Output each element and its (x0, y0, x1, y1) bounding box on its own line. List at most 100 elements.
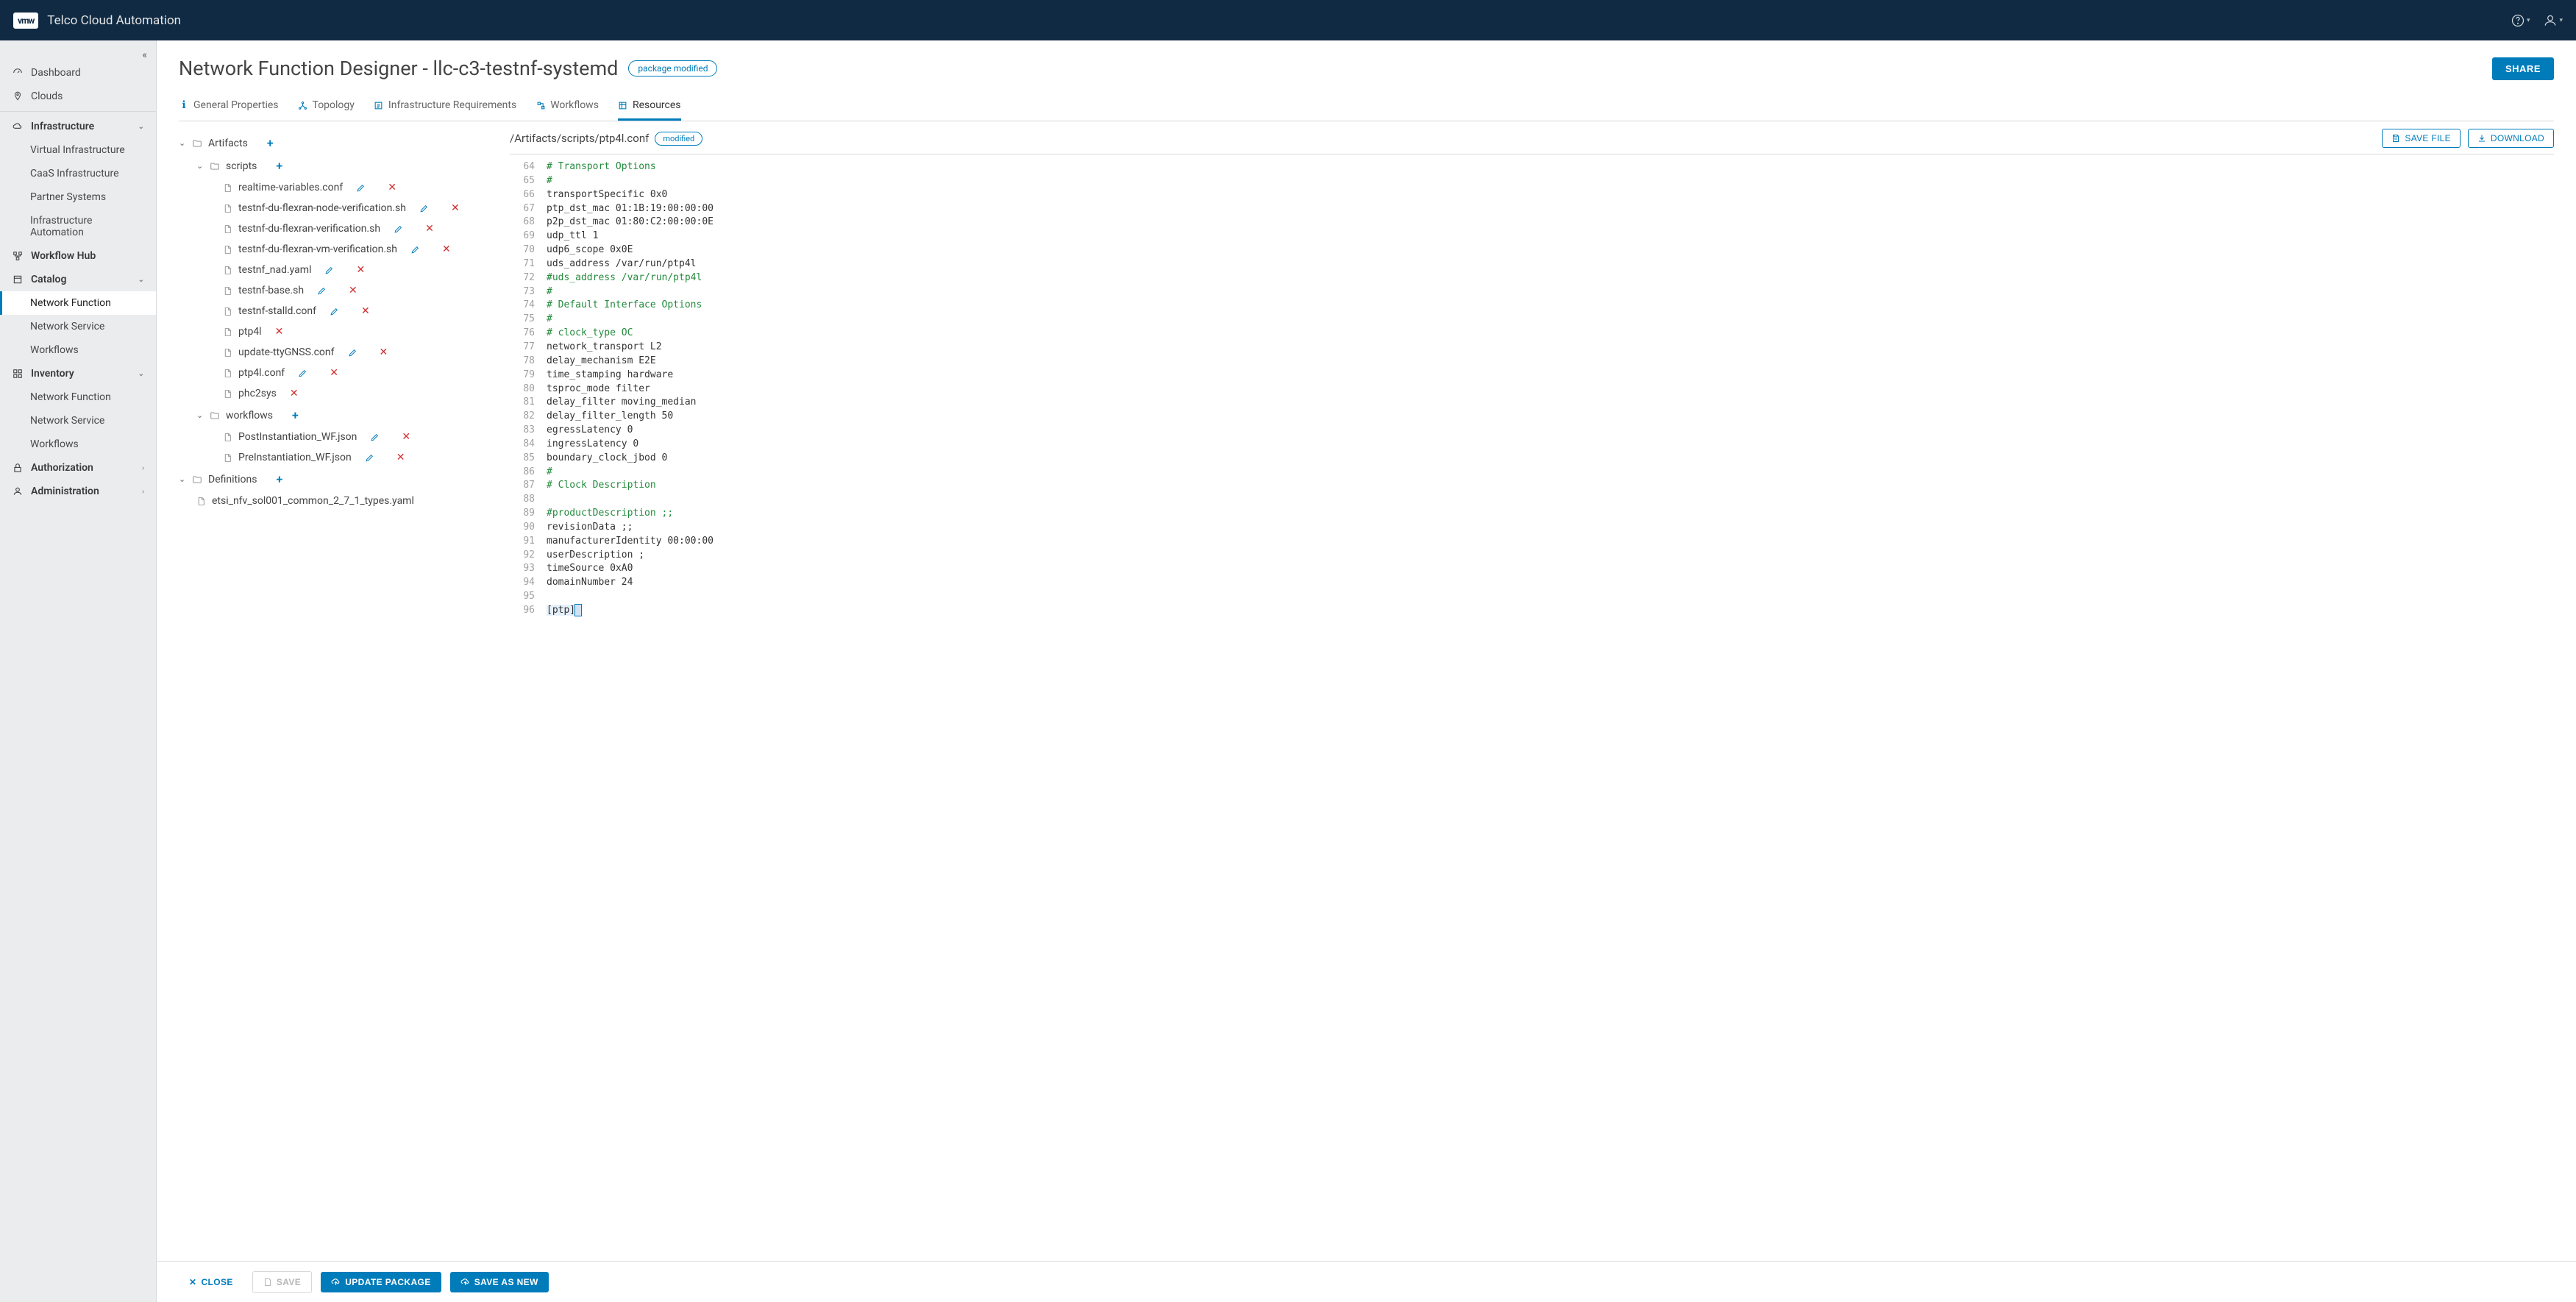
nav-inv-nf[interactable]: Network Function (0, 385, 156, 409)
file-item[interactable]: etsi_nfv_sol001_common_2_7_1_types.yaml (212, 495, 414, 507)
nav-clouds[interactable]: Clouds (0, 85, 156, 108)
nav-inventory[interactable]: Inventory ⌄ (0, 362, 156, 385)
tab-workflows[interactable]: Workflows (536, 92, 599, 121)
chevron-down-icon[interactable]: ⌄ (179, 474, 186, 484)
file-tree: ⌄ Artifacts + ⌄ scripts + realtime-variables.c… (179, 121, 510, 1261)
pencil-icon[interactable] (394, 223, 403, 235)
delete-icon[interactable]: ✕ (361, 305, 370, 317)
nav-partner-systems[interactable]: Partner Systems (0, 185, 156, 209)
app-title: Telco Cloud Automation (47, 13, 181, 28)
delete-icon[interactable]: ✕ (425, 223, 434, 235)
add-icon[interactable]: + (273, 159, 285, 173)
code-editor[interactable]: 64# Transport Options65#66transportSpeci… (510, 154, 2554, 1261)
pencil-icon[interactable] (365, 452, 374, 463)
file-item[interactable]: realtime-variables.conf (238, 182, 343, 193)
file-item[interactable]: PostInstantiation_WF.json (238, 431, 357, 443)
pencil-icon[interactable] (330, 305, 339, 317)
folder-artifacts[interactable]: Artifacts (208, 138, 248, 149)
delete-icon[interactable]: ✕ (275, 326, 284, 338)
user-icon[interactable]: ▾ (2543, 13, 2563, 28)
pencil-icon[interactable] (410, 243, 420, 255)
nav-label: Infrastructure (31, 121, 94, 132)
sidebar-collapse-icon[interactable]: « (138, 45, 152, 65)
update-package-button[interactable]: UPDATE PACKAGE (321, 1272, 441, 1292)
close-button[interactable]: ✕ CLOSE (179, 1272, 243, 1292)
delete-icon[interactable]: ✕ (349, 285, 357, 296)
nav-dashboard[interactable]: Dashboard (0, 61, 156, 85)
nav-administration[interactable]: Administration › (0, 480, 156, 503)
add-icon[interactable]: + (273, 472, 285, 486)
pencil-icon[interactable] (324, 264, 334, 276)
pencil-icon[interactable] (370, 431, 380, 443)
cloud-upload-icon (331, 1277, 341, 1287)
save-as-new-button[interactable]: SAVE AS NEW (450, 1272, 549, 1292)
nav-inv-ns[interactable]: Network Service (0, 409, 156, 433)
file-item[interactable]: testnf-du-flexran-verification.sh (238, 223, 380, 235)
chevron-down-icon[interactable]: ⌄ (179, 138, 186, 148)
file-icon (223, 389, 232, 399)
tab-resources[interactable]: Resources (618, 92, 681, 121)
nav-infrastructure[interactable]: Infrastructure ⌄ (0, 115, 156, 138)
save-file-button[interactable]: SAVE FILE (2382, 129, 2461, 148)
save-icon (263, 1278, 272, 1287)
nav-authorization[interactable]: Authorization › (0, 456, 156, 480)
share-button[interactable]: SHARE (2492, 57, 2554, 80)
delete-icon[interactable]: ✕ (290, 388, 299, 399)
tab-infra-requirements[interactable]: Infrastructure Requirements (374, 92, 516, 121)
nav-label: Workflow Hub (31, 250, 96, 262)
file-item[interactable]: ptp4l.conf (238, 367, 285, 379)
folder-definitions[interactable]: Definitions (208, 474, 257, 485)
help-icon[interactable]: ▾ (2511, 13, 2530, 28)
delete-icon[interactable]: ✕ (442, 243, 451, 255)
delete-icon[interactable]: ✕ (402, 431, 410, 443)
nav-catalog-nf[interactable]: Network Function (0, 291, 156, 315)
file-item[interactable]: testnf-base.sh (238, 285, 304, 296)
file-item[interactable]: update-ttyGNSS.conf (238, 346, 335, 358)
delete-icon[interactable]: ✕ (388, 182, 396, 193)
pencil-icon[interactable] (419, 202, 429, 214)
nav-catalog[interactable]: Catalog ⌄ (0, 268, 156, 291)
save-icon (2391, 134, 2400, 143)
delete-icon[interactable]: ✕ (356, 264, 365, 276)
file-item[interactable]: phc2sys (238, 388, 277, 399)
file-item[interactable]: testnf-du-flexran-vm-verification.sh (238, 243, 397, 255)
nav-label: Administration (31, 485, 99, 497)
nav-inv-wf[interactable]: Workflows (0, 433, 156, 456)
tab-topology[interactable]: Topology (298, 92, 355, 121)
pencil-icon[interactable] (317, 285, 327, 296)
nav-catalog-ns[interactable]: Network Service (0, 315, 156, 338)
close-icon: ✕ (189, 1277, 196, 1287)
add-icon[interactable]: + (289, 408, 302, 422)
file-item[interactable]: testnf_nad.yaml (238, 264, 311, 276)
download-button[interactable]: DOWNLOAD (2468, 129, 2554, 148)
topbar: vmw Telco Cloud Automation ▾ ▾ (0, 0, 2576, 40)
file-item[interactable]: PreInstantiation_WF.json (238, 452, 352, 463)
nav-infra-automation[interactable]: Infrastructure Automation (0, 209, 156, 244)
nav-virtual-infra[interactable]: Virtual Infrastructure (0, 138, 156, 162)
delete-icon[interactable]: ✕ (380, 346, 388, 358)
folder-scripts[interactable]: scripts (226, 160, 257, 172)
file-item[interactable]: testnf-du-flexran-node-verification.sh (238, 202, 406, 214)
file-item[interactable]: ptp4l (238, 326, 262, 338)
delete-icon[interactable]: ✕ (330, 367, 338, 379)
chevron-right-icon: › (142, 464, 144, 472)
file-item[interactable]: testnf-stalld.conf (238, 305, 316, 317)
pencil-icon[interactable] (348, 346, 357, 358)
nav-catalog-wf[interactable]: Workflows (0, 338, 156, 362)
info-icon: ℹ (179, 100, 189, 110)
delete-icon[interactable]: ✕ (396, 452, 405, 463)
delete-icon[interactable]: ✕ (451, 202, 460, 214)
folder-workflows[interactable]: workflows (226, 410, 273, 421)
nav-workflow-hub[interactable]: Workflow Hub (0, 244, 156, 268)
sidebar: « Dashboard Clouds Infrastructure ⌄ Virt… (0, 40, 157, 1302)
file-icon (223, 348, 232, 357)
chevron-down-icon[interactable]: ⌄ (196, 410, 204, 420)
nav-label: Inventory (31, 368, 74, 380)
list-icon (374, 100, 384, 110)
pencil-icon[interactable] (356, 182, 366, 193)
add-icon[interactable]: + (264, 136, 277, 150)
chevron-down-icon[interactable]: ⌄ (196, 161, 204, 171)
pencil-icon[interactable] (298, 367, 307, 379)
nav-caas-infra[interactable]: CaaS Infrastructure (0, 162, 156, 185)
tab-general-properties[interactable]: ℹGeneral Properties (179, 92, 279, 121)
